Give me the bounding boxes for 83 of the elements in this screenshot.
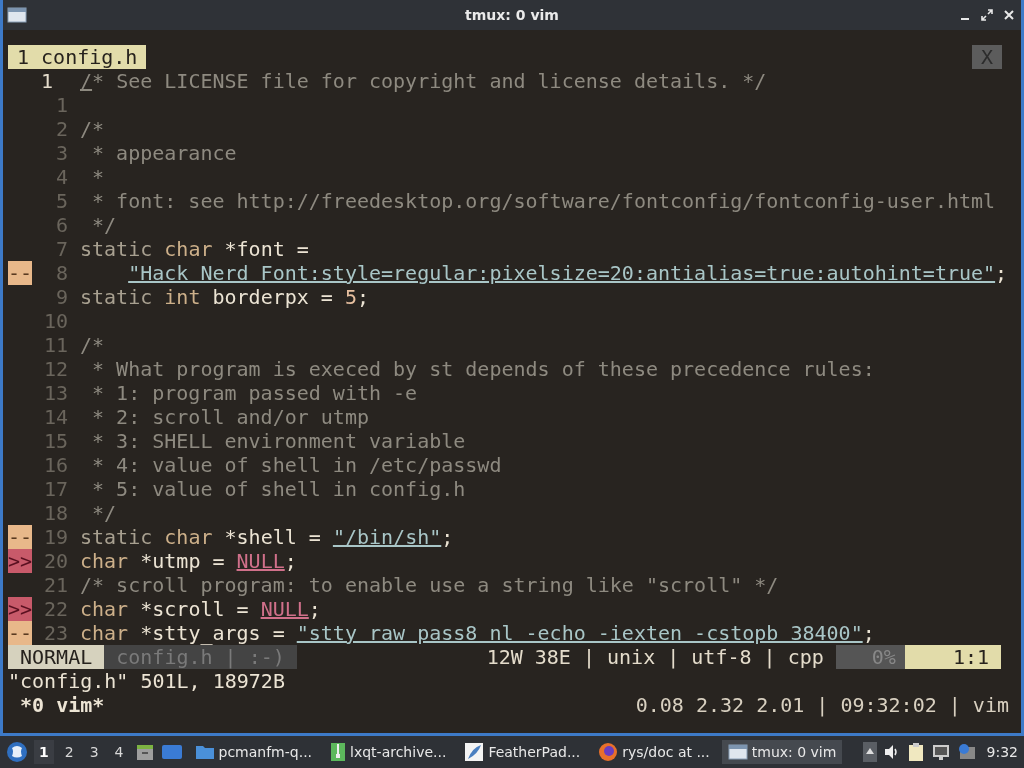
start-menu-icon[interactable]: [6, 741, 28, 763]
file-drawer-icon[interactable]: [134, 742, 155, 762]
line-number: 7: [54, 237, 68, 261]
code-line: *: [91, 165, 105, 189]
maximize-icon[interactable]: [981, 9, 993, 21]
workspace-button[interactable]: 2: [59, 740, 79, 764]
line-number: 21: [42, 573, 68, 597]
line-number: 1: [54, 93, 68, 117]
window-icon: [7, 7, 27, 23]
close-icon[interactable]: [1003, 9, 1015, 21]
network-icon[interactable]: [930, 743, 951, 761]
line-number: 22: [42, 597, 68, 621]
task-button[interactable]: rys/doc at ...: [592, 740, 716, 764]
line-number: 10: [42, 309, 68, 333]
code-line: /*: [80, 117, 105, 141]
code-line: * font: see http://freedesktop.org/software/fontconfig/fontconfig-user.html: [91, 189, 996, 213]
sign-marker: --: [8, 525, 32, 549]
line-number: 2: [54, 117, 68, 141]
code-line: */: [91, 501, 117, 525]
notification-icon[interactable]: [956, 743, 977, 761]
task-button[interactable]: lxqt-archive...: [324, 740, 453, 764]
line-number: 5: [54, 189, 68, 213]
code-line: * 1: program passed with -e: [91, 381, 418, 405]
sign-marker: >>: [8, 597, 32, 621]
line-number: 9: [54, 285, 68, 309]
line-number: 12: [42, 357, 68, 381]
tmux-status: 0.08 2.32 2.01 | 09:32:02 | vim: [635, 693, 1009, 717]
file-info: 12W 38E | unix | utf-8 | cpp: [486, 645, 825, 669]
workspace-button[interactable]: 4: [109, 740, 129, 764]
code-line: char *utmp = NULL;: [80, 549, 297, 573]
workspace-button[interactable]: 1: [34, 740, 54, 764]
line-number: 23: [42, 621, 68, 645]
line-number: 4: [54, 165, 68, 189]
task-button[interactable]: pcmanfm-q...: [188, 740, 319, 764]
sign-marker: --: [8, 621, 32, 645]
cursor-position: 1:1: [904, 645, 1001, 669]
sign-marker: --: [8, 261, 32, 285]
code-line: char *stty_args = "stty raw pass8 nl -echo -iexten -cstopb 38400";: [80, 621, 875, 645]
feather-icon: [464, 742, 485, 762]
code-line: * 2: scroll and/or utmp: [91, 405, 369, 429]
archive-icon: [330, 742, 347, 762]
sign-marker: >>: [8, 549, 32, 573]
code-line: static char *font =: [80, 237, 309, 261]
code-line: /* See LICENSE file for copyright and license details. */: [80, 69, 767, 93]
code-line: /*: [80, 333, 105, 357]
code-line: static int borderpx = 5;: [80, 285, 369, 309]
task-button[interactable]: FeatherPad...: [458, 740, 587, 764]
folder-icon: [194, 743, 215, 761]
code-line: static char *shell = "/bin/sh";: [80, 525, 454, 549]
code-line: */: [91, 213, 117, 237]
line-number: 13: [42, 381, 68, 405]
line-number: 1: [40, 69, 55, 93]
mode-indicator: NORMAL: [8, 645, 105, 669]
line-number: 20: [42, 549, 68, 573]
line-number: 15: [42, 429, 68, 453]
code-line: * 4: value of shell in /etc/passwd: [91, 453, 502, 477]
buffer-tab[interactable]: 1 config.h: [8, 45, 147, 69]
globe-icon: [598, 742, 619, 762]
task-button[interactable]: tmux: 0 vim: [721, 740, 843, 764]
tmux-window-label: *0 vim*: [19, 693, 105, 717]
line-number: 8: [54, 261, 68, 285]
clock: 9:32: [985, 744, 1018, 760]
message-text: "config.h" 501L, 18972B: [8, 669, 285, 693]
code-line: * 5: value of shell in config.h: [91, 477, 466, 501]
code-line: * What program is execed by st depends of these precedence rules:: [91, 357, 875, 381]
line-number: 11: [42, 333, 68, 357]
code-line: char *scroll = NULL;: [80, 597, 321, 621]
line-number: 19: [42, 525, 68, 549]
line-number: 18: [42, 501, 68, 525]
window-icon: [727, 744, 748, 760]
line-number: 14: [42, 405, 68, 429]
code-line: "Hack Nerd Font:style=regular:pixelsize=20:antialias=true:autohint=true";: [127, 261, 1008, 285]
desktop-icon[interactable]: [160, 742, 183, 762]
line-number: 16: [42, 453, 68, 477]
window-title: tmux: 0 vim: [465, 7, 559, 23]
line-number: 17: [42, 477, 68, 501]
workspace-button[interactable]: 3: [84, 740, 104, 764]
code-line: * appearance: [91, 141, 237, 165]
clipboard-icon[interactable]: [906, 742, 925, 762]
code-line: * 3: SHELL environment variable: [91, 429, 466, 453]
line-number: 6: [54, 213, 68, 237]
line-number: 3: [54, 141, 68, 165]
code-line: /* scroll program: to enable use a string like "scroll" */: [80, 573, 779, 597]
